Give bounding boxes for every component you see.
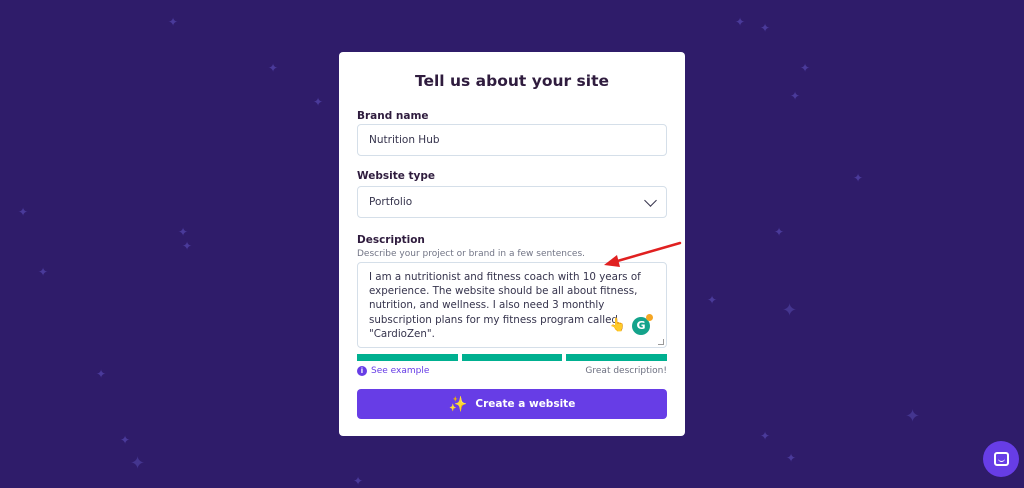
description-quality-meter	[357, 354, 668, 361]
background-star-icon: ✦	[120, 433, 131, 447]
website-type-select[interactable]: Portfolio	[357, 186, 667, 218]
background-star-icon: ✦	[790, 89, 801, 103]
chat-support-button[interactable]	[983, 441, 1019, 477]
grammarly-letter: G	[636, 318, 646, 332]
description-label: Description	[357, 234, 425, 246]
background-star-icon: ✦	[96, 367, 107, 381]
grammarly-icon[interactable]: G	[632, 314, 653, 335]
info-icon: i	[357, 366, 367, 376]
background-star-icon: ✦	[313, 95, 324, 109]
notification-dot	[646, 314, 653, 321]
background-star-icon: ✦	[182, 239, 193, 253]
chat-icon	[993, 452, 1009, 466]
description-hint: Describe your project or brand in a few …	[357, 249, 585, 259]
background-star-icon: ✦	[707, 293, 718, 307]
description-quality-text: Great description!	[585, 366, 667, 376]
background-star-icon: ✦	[353, 474, 364, 488]
background-star-icon: ✦	[760, 21, 771, 35]
description-textarea[interactable]: I am a nutritionist and fitness coach wi…	[357, 262, 667, 348]
create-website-button[interactable]: ✨ Create a website	[357, 389, 667, 419]
brand-name-input[interactable]: Nutrition Hub	[357, 124, 667, 156]
background-star-icon: ✦	[782, 300, 798, 321]
website-type-label: Website type	[357, 170, 435, 182]
background-star-icon: ✦	[735, 15, 746, 29]
create-website-label: Create a website	[475, 398, 576, 410]
background-star-icon: ✦	[905, 406, 921, 427]
resize-handle[interactable]	[658, 339, 664, 345]
quality-bar	[357, 354, 458, 361]
quality-bar	[566, 354, 668, 361]
chevron-down-icon	[644, 193, 657, 207]
background-star-icon: ✦	[786, 451, 797, 465]
annotation-arrow-icon	[604, 241, 682, 267]
background-star-icon: ✦	[38, 265, 49, 279]
see-example-label: See example	[371, 366, 430, 376]
info-letter: i	[360, 367, 364, 375]
background-star-icon: ✦	[178, 225, 189, 239]
see-example-link[interactable]: i See example	[357, 366, 429, 376]
pointing-hand-icon: 👆	[609, 317, 626, 333]
background-star-icon: ✦	[774, 225, 785, 239]
quality-bar	[461, 354, 563, 361]
sparkle-icon: ✨	[448, 394, 468, 413]
background-star-icon: ✦	[268, 61, 279, 75]
background-star-icon: ✦	[130, 453, 146, 474]
background-star-icon: ✦	[168, 15, 179, 29]
background-star-icon: ✦	[18, 205, 29, 219]
background-star-icon: ✦	[800, 61, 811, 75]
background-star-icon: ✦	[760, 429, 771, 443]
page-title: Tell us about your site	[414, 72, 610, 90]
brand-name-value: Nutrition Hub	[369, 134, 440, 146]
website-type-value: Portfolio	[369, 196, 413, 208]
brand-name-label: Brand name	[357, 110, 429, 122]
background-star-icon: ✦	[853, 171, 864, 185]
